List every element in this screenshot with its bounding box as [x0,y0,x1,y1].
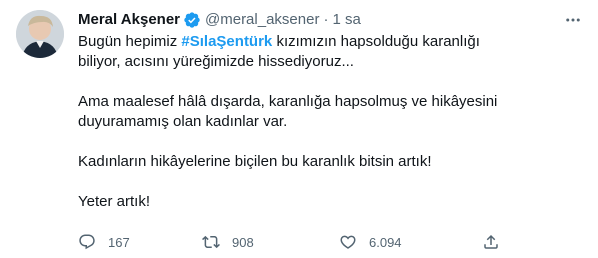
author-handle[interactable]: @meral_aksener [205,10,319,30]
retweet-icon [202,233,220,251]
tweet-paragraph-1: Bugün hepimiz #SılaŞentürk kızımızın hap… [78,32,508,72]
share-button[interactable] [482,233,500,251]
reply-icon [78,233,96,251]
like-button[interactable]: 6.094 [339,233,402,251]
like-icon [339,233,357,251]
retweet-button[interactable]: 908 [202,233,254,251]
tweet[interactable]: Meral Akşener @meral_aksener · 1 sa Bugü… [0,0,598,258]
author-name[interactable]: Meral Akşener [78,10,180,30]
avatar[interactable] [16,10,64,58]
text-segment: Bugün hepimiz [78,33,182,50]
reply-count: 167 [108,234,130,250]
reply-button[interactable]: 167 [78,233,130,251]
more-options-icon[interactable] [562,9,584,31]
tweet-header: Meral Akşener @meral_aksener · 1 sa [78,10,580,30]
header-separator: · [323,11,329,28]
retweet-count: 908 [232,234,254,250]
tweet-timestamp[interactable]: 1 sa [332,10,360,30]
share-icon [482,233,500,251]
tweet-content: Meral Akşener @meral_aksener · 1 sa Bugü… [78,10,580,212]
like-count: 6.094 [369,234,402,250]
tweet-paragraph-3: Kadınların hikâyelerine biçilen bu karan… [78,153,432,170]
tweet-text: Bugün hepimiz #SılaŞentürk kızımızın hap… [78,32,508,212]
tweet-paragraph-2: Ama maalesef hâlâ dışarda, karanlığa hap… [78,93,498,130]
hashtag-link[interactable]: #SılaŞentürk [181,33,272,50]
tweet-paragraph-4: Yeter artık! [78,193,150,210]
verified-badge-icon [183,11,201,29]
